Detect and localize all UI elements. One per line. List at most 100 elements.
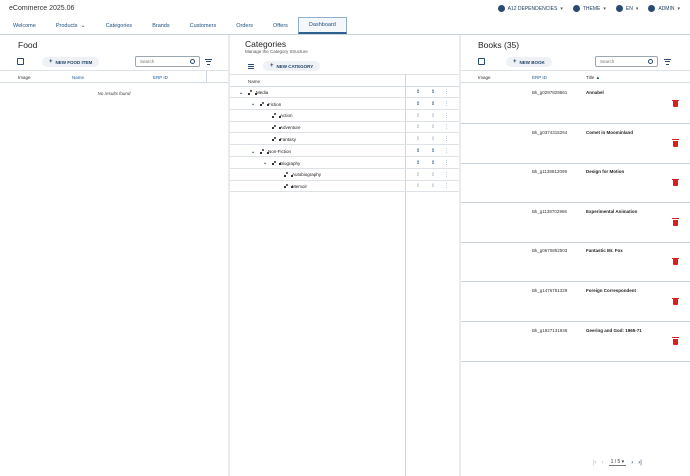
reorder-icon[interactable]: ⇕ bbox=[431, 172, 435, 178]
reorder-icon[interactable]: ⇕ bbox=[431, 183, 435, 189]
category-name: Autobiography bbox=[292, 172, 322, 178]
filter-icon[interactable] bbox=[205, 59, 212, 65]
reorder-icon[interactable]: ⇕ bbox=[431, 113, 435, 119]
menu-icon[interactable] bbox=[248, 64, 254, 70]
search-icon[interactable] bbox=[190, 59, 195, 64]
more-options-icon[interactable]: ⋮ bbox=[444, 172, 449, 178]
book-title: Fantastic Mr. Fox bbox=[586, 248, 623, 254]
column-title[interactable]: Title ▲ bbox=[586, 75, 600, 80]
next-page-icon[interactable]: › bbox=[631, 460, 633, 466]
user-menu-button[interactable]: ADMIN ▾ bbox=[648, 5, 680, 12]
category-row[interactable]: Memoir ⇕ ⇕ ⋮ bbox=[230, 180, 459, 193]
more-options-icon[interactable]: ⋮ bbox=[444, 89, 449, 95]
nav-products[interactable]: Products ⌄ bbox=[46, 17, 96, 34]
categories-panel: Categories Manage the Category Structure… bbox=[230, 35, 459, 476]
more-options-icon[interactable]: ⋮ bbox=[444, 101, 449, 107]
search-icon[interactable] bbox=[648, 59, 653, 64]
nav-categories[interactable]: Categories bbox=[96, 17, 143, 34]
category-row[interactable]: Action ⇕ ⇕ ⋮ bbox=[230, 110, 459, 122]
more-options-icon[interactable]: ⋮ bbox=[444, 160, 449, 166]
column-erp-id[interactable]: ERP ID bbox=[532, 75, 547, 80]
category-row[interactable]: ⌄ Non-Fiction ⇕ ⇕ ⋮ bbox=[230, 145, 459, 157]
reorder-icon[interactable]: ⇕ bbox=[431, 89, 435, 95]
category-row[interactable]: Adventure ⇕ ⇕ ⋮ bbox=[230, 121, 459, 134]
nav-dashboard[interactable]: Dashboard bbox=[297, 17, 347, 34]
move-up-down-icon[interactable]: ⇕ bbox=[416, 136, 420, 142]
nav-offers[interactable]: Offers bbox=[263, 17, 298, 34]
book-erp-id: Bk_g0374315264 bbox=[532, 129, 568, 135]
table-row[interactable]: Bk_g0297829661 Annabel bbox=[461, 84, 690, 124]
caret-down-icon: ▾ bbox=[635, 5, 639, 12]
move-up-down-icon[interactable]: ⇕ bbox=[416, 124, 420, 130]
first-page-icon[interactable]: |‹ bbox=[593, 460, 597, 466]
chevron-down-icon[interactable]: ⌄ bbox=[263, 160, 269, 166]
more-options-icon[interactable]: ⋮ bbox=[444, 136, 449, 142]
nav-welcome[interactable]: Welcome bbox=[3, 17, 46, 34]
delete-icon[interactable] bbox=[672, 337, 679, 345]
more-options-icon[interactable]: ⋮ bbox=[444, 183, 449, 189]
reorder-icon[interactable]: ⇕ bbox=[431, 148, 435, 154]
filter-icon[interactable] bbox=[664, 59, 671, 65]
delete-icon[interactable] bbox=[672, 139, 679, 147]
nav-orders[interactable]: Orders bbox=[226, 17, 263, 34]
table-row[interactable]: Bk_g0670852503 Fantastic Mr. Fox bbox=[461, 242, 690, 283]
nav-brands[interactable]: Brands bbox=[142, 17, 179, 34]
view-toggle-icon[interactable] bbox=[478, 58, 485, 65]
new-category-button[interactable]: + NEW CATEGORY bbox=[263, 61, 321, 71]
delete-icon[interactable] bbox=[672, 257, 679, 266]
view-toggle-icon[interactable] bbox=[17, 58, 24, 65]
table-row[interactable]: Bk_g0374315264 Comet in Moominland bbox=[461, 124, 690, 164]
new-food-item-button[interactable]: + NEW FOOD ITEM bbox=[42, 57, 100, 67]
chevron-down-icon[interactable]: ⌄ bbox=[239, 90, 245, 96]
language-button[interactable]: EN ▾ bbox=[615, 5, 639, 12]
new-book-button[interactable]: + NEW BOOK bbox=[506, 57, 552, 67]
reorder-icon[interactable]: ⇕ bbox=[431, 160, 435, 166]
table-row[interactable]: Bk_g1138812099 Design for Motion bbox=[461, 163, 690, 204]
more-options-icon[interactable]: ⋮ bbox=[444, 124, 449, 130]
reorder-icon[interactable]: ⇕ bbox=[431, 136, 435, 142]
delete-icon[interactable] bbox=[672, 178, 679, 187]
page-select[interactable]: 1 / 5 ▾ bbox=[608, 459, 627, 466]
column-image[interactable]: Image bbox=[478, 75, 491, 80]
dependencies-button[interactable]: A12 DEPENDENCIES ▾ bbox=[497, 5, 563, 12]
category-row[interactable]: Autobiography ⇕ ⇕ ⋮ bbox=[230, 169, 459, 181]
table-row[interactable]: Bk_g1927131936 Geering and God: 1965-71 bbox=[461, 322, 690, 362]
more-options-icon[interactable]: ⋮ bbox=[444, 148, 449, 154]
column-erp-id[interactable]: ERP ID bbox=[153, 75, 168, 80]
move-up-down-icon[interactable]: ⇕ bbox=[416, 148, 420, 154]
category-row[interactable]: ⌄ Media ⇕ ⇕ ⋮ bbox=[230, 86, 459, 98]
move-up-down-icon[interactable]: ⇕ bbox=[416, 113, 420, 119]
last-page-icon[interactable]: ›| bbox=[638, 460, 642, 466]
move-up-down-icon[interactable]: ⇕ bbox=[416, 101, 420, 107]
reorder-icon[interactable]: ⇕ bbox=[431, 124, 435, 130]
column-name[interactable]: Name bbox=[248, 79, 260, 84]
table-row[interactable]: Bk_g1476761329 Foreign Correspondent bbox=[461, 282, 690, 322]
nav-label: Dashboard bbox=[308, 22, 336, 28]
move-up-down-icon[interactable]: ⇕ bbox=[416, 183, 420, 189]
category-row[interactable]: Fantasy ⇕ ⇕ ⋮ bbox=[230, 133, 459, 146]
more-options-icon[interactable]: ⋮ bbox=[444, 113, 449, 119]
food-panel: Food + NEW FOOD ITEM Search Image Name E… bbox=[0, 35, 228, 476]
chevron-down-icon[interactable]: ⌄ bbox=[251, 101, 257, 107]
category-label-group: ⌄ Media bbox=[239, 90, 268, 96]
column-name[interactable]: Name bbox=[72, 75, 84, 80]
delete-icon[interactable] bbox=[672, 297, 679, 305]
book-erp-id: Bk_g0670852503 bbox=[532, 248, 568, 254]
previous-page-icon[interactable]: ‹ bbox=[602, 460, 604, 466]
delete-icon[interactable] bbox=[672, 99, 679, 107]
delete-icon[interactable] bbox=[672, 218, 679, 226]
move-up-down-icon[interactable]: ⇕ bbox=[416, 160, 420, 166]
reorder-icon[interactable]: ⇕ bbox=[431, 101, 435, 107]
column-image[interactable]: Image bbox=[18, 75, 31, 80]
books-search-input[interactable]: Search bbox=[595, 56, 658, 67]
category-row[interactable]: ⌄ Fiction ⇕ ⇕ ⋮ bbox=[230, 98, 459, 110]
move-up-down-icon[interactable]: ⇕ bbox=[416, 172, 420, 178]
category-row[interactable]: ⌄ Biography ⇕ ⇕ ⋮ bbox=[230, 157, 459, 169]
nav-customers[interactable]: Customers bbox=[180, 17, 227, 34]
nav-label: Brands bbox=[152, 22, 170, 29]
move-up-down-icon[interactable]: ⇕ bbox=[416, 89, 420, 95]
table-row[interactable]: Bk_g1138702986 Experimental Animation bbox=[461, 203, 690, 243]
theme-button[interactable]: THEME ▾ bbox=[572, 5, 606, 12]
food-search-input[interactable]: Search bbox=[135, 56, 200, 67]
chevron-down-icon[interactable]: ⌄ bbox=[251, 149, 257, 155]
